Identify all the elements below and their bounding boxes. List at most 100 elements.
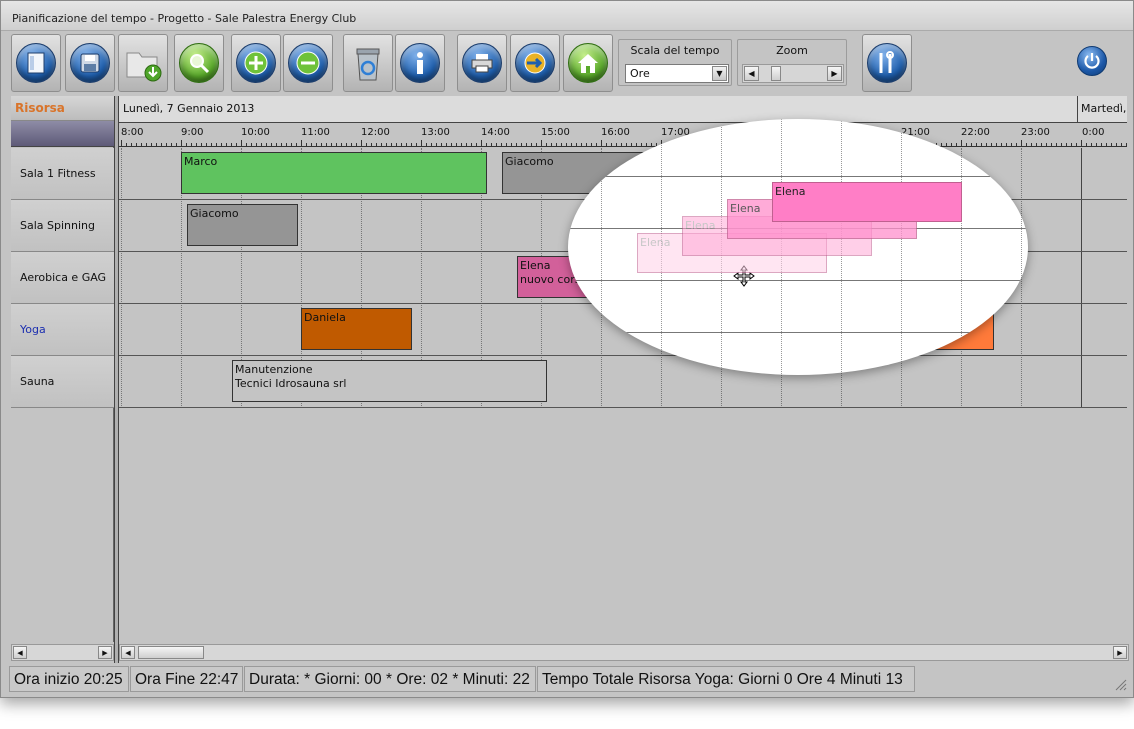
chevron-down-icon[interactable]: ▼ (712, 66, 727, 81)
resource-label: Sala Spinning (20, 219, 95, 232)
hour-tick (221, 143, 222, 146)
open-folder-button[interactable] (118, 34, 168, 92)
hour-tick (136, 143, 137, 146)
hour-tick (426, 143, 427, 146)
schedule-event[interactable]: Daniela (301, 308, 412, 350)
resource-row-aerobica-gag[interactable]: Aerobica e GAG (11, 252, 114, 304)
info-button[interactable] (395, 34, 445, 92)
hour-tick (406, 143, 407, 146)
resize-grip-icon[interactable] (1115, 679, 1127, 691)
hour-tick (141, 143, 142, 146)
resource-header[interactable]: Risorsa (11, 96, 114, 121)
event-label: Elena (775, 185, 806, 198)
home-icon (568, 43, 608, 83)
scroll-left-arrow-icon[interactable]: ◀ (13, 646, 27, 659)
hour-tick (551, 143, 552, 146)
timeline-horizontal-scrollbar[interactable]: ◀ ▶ (119, 644, 1129, 661)
hour-tick (181, 140, 182, 146)
magnifier-icon (179, 43, 219, 83)
hour-tick (226, 143, 227, 146)
status-start-time: Ora inizio 20:25 (9, 666, 129, 692)
zoom-thumb[interactable] (771, 66, 781, 81)
hour-tick (1096, 143, 1097, 146)
resource-horizontal-scrollbar[interactable]: ◀ ▶ (11, 644, 114, 661)
remove-button[interactable] (283, 34, 333, 92)
hour-tick (556, 143, 557, 146)
home-button[interactable] (563, 34, 613, 92)
hour-tick (461, 143, 462, 146)
hour-tick (1036, 143, 1037, 146)
status-bar: Ora inizio 20:25 Ora Fine 22:47 Durata: … (9, 665, 1127, 693)
resource-row-sauna[interactable]: Sauna (11, 356, 114, 408)
hour-tick (526, 143, 527, 146)
hour-tick (531, 143, 532, 146)
schedule-event[interactable]: Manutenzione Tecnici Idrosauna srl (232, 360, 547, 402)
recycle-button[interactable] (343, 34, 393, 92)
resource-row-sala-1-fitness[interactable]: Sala 1 Fitness (11, 148, 114, 200)
hour-tick (1061, 143, 1062, 146)
dragged-event-ghost[interactable]: Elena (772, 182, 962, 222)
hour-tick (156, 143, 157, 146)
scroll-right-arrow-icon[interactable]: ▶ (98, 646, 112, 659)
power-button[interactable] (1077, 46, 1107, 76)
hour-tick (281, 143, 282, 146)
resource-row-sala-spinning[interactable]: Sala Spinning (11, 200, 114, 252)
hour-tick (381, 143, 382, 146)
recycle-bin-icon (348, 43, 388, 83)
schedule-event[interactable]: Giacomo (187, 204, 298, 246)
zoom-left-arrow-icon[interactable]: ◀ (744, 66, 759, 81)
wrench-screwdriver-icon (867, 43, 907, 83)
hour-gridline (901, 119, 902, 375)
event-label: Manutenzione (235, 363, 313, 376)
hour-tick (261, 143, 262, 146)
resource-row-yoga[interactable]: Yoga (11, 304, 114, 356)
zoom-right-arrow-icon[interactable]: ▶ (827, 66, 842, 81)
export-button[interactable] (510, 34, 560, 92)
hour-tick (211, 143, 212, 146)
toolbar: Scala del tempo Ore ▼ Zoom ◀ ▶ (11, 34, 1125, 92)
row-gridline (568, 332, 1028, 333)
scroll-thumb[interactable] (138, 646, 204, 659)
hour-tick (481, 140, 482, 146)
event-label: Marco (184, 155, 218, 168)
day-separator (1077, 96, 1078, 123)
hour-tick (496, 143, 497, 146)
schedule-event[interactable]: Marco (181, 152, 487, 194)
hour-label: 12:00 (361, 127, 390, 138)
search-button[interactable] (174, 34, 224, 92)
hour-tick (501, 143, 502, 146)
hour-tick (471, 143, 472, 146)
hour-tick (436, 143, 437, 146)
save-button[interactable] (65, 34, 115, 92)
add-button[interactable] (231, 34, 281, 92)
hour-tick (1041, 143, 1042, 146)
print-button[interactable] (457, 34, 507, 92)
event-sublabel: Tecnici Idrosauna srl (235, 377, 347, 390)
hour-tick (301, 140, 302, 146)
scroll-left-arrow-icon[interactable]: ◀ (121, 646, 135, 659)
new-document-button[interactable] (11, 34, 61, 92)
hour-tick (451, 143, 452, 146)
row-gridline (568, 176, 1028, 177)
hour-gridline (1021, 119, 1022, 375)
resource-header-label: Risorsa (15, 101, 65, 115)
hour-tick (266, 143, 267, 146)
time-scale-select[interactable]: Ore ▼ (625, 64, 729, 83)
resource-subheader (11, 121, 114, 147)
hour-tick (341, 143, 342, 146)
power-icon (1084, 53, 1100, 69)
status-duration: Durata: * Giorni: 00 * Ore: 02 * Minuti:… (244, 666, 536, 692)
hour-tick (206, 143, 207, 146)
zoom-slider[interactable]: ◀ ▶ (742, 64, 844, 83)
hour-tick (1101, 143, 1102, 146)
event-label: Elena (685, 219, 716, 232)
scroll-right-arrow-icon[interactable]: ▶ (1113, 646, 1127, 659)
tools-button[interactable] (862, 34, 912, 92)
floppy-icon (70, 43, 110, 83)
hour-tick (446, 143, 447, 146)
hour-tick (276, 143, 277, 146)
resource-label: Sauna (20, 375, 55, 388)
hour-tick (291, 143, 292, 146)
current-date-label: Lunedì, 7 Gennaio 2013 (123, 102, 255, 115)
folder-download-icon (123, 43, 163, 83)
